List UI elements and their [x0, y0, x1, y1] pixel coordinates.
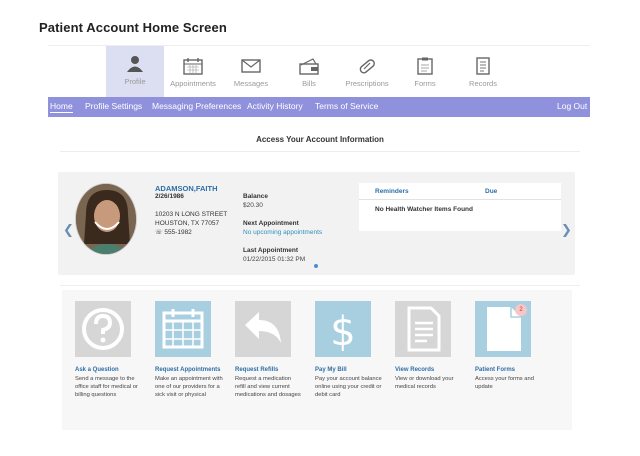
last-appointment-value: 01/22/2015 01:32 PM [243, 256, 306, 263]
dollar-icon: $ [315, 301, 371, 357]
next-appointment-label: Next Appointment [243, 220, 299, 227]
nav-appointments-label: Appointments [170, 79, 216, 88]
notification-badge: 2 [515, 304, 527, 316]
svg-text:$: $ [330, 309, 355, 355]
calendar-icon [183, 58, 203, 75]
nav-records[interactable]: Records [454, 48, 512, 98]
nav-messages-label: Messages [233, 79, 269, 88]
nav-bills[interactable]: Bills [280, 48, 338, 98]
address-line2: HOUSTON, TX 77057 [155, 220, 220, 227]
last-appointment-label: Last Appointment [243, 247, 299, 254]
tile-desc: Make an appointment with one of our prov… [155, 376, 223, 398]
tile-title: Request Refills [235, 367, 279, 373]
tile-pay-bill[interactable]: $ Pay My Bill Pay your account balance o… [302, 301, 382, 398]
tile-patient-forms[interactable]: 2 Patient Forms Access your forms and up… [462, 301, 534, 390]
tile-desc: Send a message to the office staff for m… [75, 376, 138, 398]
divider [359, 199, 561, 200]
tile-title: Ask a Question [75, 367, 119, 373]
patient-dob: 2/26/1986 [155, 193, 184, 200]
tab-messaging-preferences[interactable]: Messaging Preferences [152, 101, 241, 111]
nav-forms-label: Forms [414, 79, 436, 88]
patient-card: ❮ ❯ ADAMSON,FAITH 2/26/1986 10203 N LONG… [58, 172, 575, 275]
nav-profile-label: Profile [124, 77, 146, 86]
patient-name: ADAMSON,FAITH [155, 184, 218, 193]
chevron-left-icon[interactable]: ❮ [63, 222, 74, 238]
document-icon [395, 301, 451, 357]
calendar-icon [155, 301, 211, 357]
tile-title: Request Appointments [155, 367, 221, 373]
chevron-right-icon[interactable]: ❯ [561, 222, 572, 238]
logout-link[interactable]: Log Out [557, 101, 587, 111]
envelope-icon [241, 59, 261, 73]
reminders-header: Reminders [375, 188, 409, 195]
next-appointment-value[interactable]: No upcoming appointments [243, 229, 322, 236]
due-header: Due [485, 188, 498, 195]
balance-value: $20.30 [243, 202, 263, 209]
divider [60, 285, 580, 286]
records-icon [476, 57, 490, 75]
tile-request-appointments[interactable]: Request Appointments Make an appointment… [142, 301, 223, 398]
nav-messages[interactable]: Messages [222, 48, 280, 98]
nav-records-label: Records [469, 79, 497, 88]
user-icon [127, 56, 143, 72]
page-title: Patient Account Home Screen [39, 20, 227, 35]
tab-profile-settings[interactable]: Profile Settings [85, 101, 142, 111]
pill-icon [359, 59, 375, 74]
phone-number: 555-1982 [164, 229, 192, 236]
refill-arrow-icon [235, 301, 291, 357]
divider [60, 151, 580, 152]
nav-prescriptions[interactable]: Prescriptions [338, 48, 396, 98]
top-nav: Profile Appointments Messages Bills Pres… [48, 45, 590, 98]
tile-desc: View or download your medical records [395, 376, 454, 390]
tab-terms-of-service[interactable]: Terms of Service [315, 101, 378, 111]
tab-activity-history[interactable]: Activity History [247, 101, 303, 111]
avatar [75, 183, 137, 255]
action-tiles: Ask a Question Send a message to the off… [62, 290, 572, 430]
patient-phone: ☏ 555-1982 [155, 228, 227, 238]
address-line1: 10203 N LONG STREET [155, 211, 228, 218]
nav-appointments[interactable]: Appointments [164, 48, 222, 98]
balance-label: Balance [243, 193, 268, 200]
tile-desc: Access your forms and update [475, 376, 534, 390]
tile-desc: Pay your account balance online using yo… [315, 376, 382, 398]
reminders-table: Reminders Due No Health Watcher Items Fo… [359, 183, 561, 231]
patient-address: 10203 N LONG STREET HOUSTON, TX 77057 ☏ … [155, 210, 227, 238]
phone-icon: ☏ [155, 230, 163, 236]
nav-bills-label: Bills [302, 79, 316, 88]
tab-bar: Home Profile Settings Messaging Preferen… [48, 97, 590, 117]
nav-forms[interactable]: Forms [396, 48, 454, 98]
question-icon [75, 301, 131, 357]
nav-prescriptions-label: Prescriptions [345, 79, 389, 88]
tile-title: View Records [395, 367, 435, 373]
tile-title: Pay My Bill [315, 367, 347, 373]
section-title: Access Your Account Information [256, 135, 384, 144]
tile-desc: Request a medication refill and view cur… [235, 376, 301, 398]
nav-profile[interactable]: Profile [106, 46, 164, 98]
tile-view-records[interactable]: View Records View or download your medic… [382, 301, 454, 390]
wallet-icon [299, 58, 319, 75]
carousel-indicator[interactable] [314, 264, 318, 268]
tile-title: Patient Forms [475, 367, 516, 373]
clipboard-icon [417, 57, 433, 75]
tile-request-refills[interactable]: Request Refills Request a medication ref… [222, 301, 301, 398]
tab-home[interactable]: Home [50, 101, 73, 113]
tile-ask-question[interactable]: Ask a Question Send a message to the off… [62, 301, 138, 398]
reminders-empty-text: No Health Watcher Items Found [375, 206, 473, 213]
